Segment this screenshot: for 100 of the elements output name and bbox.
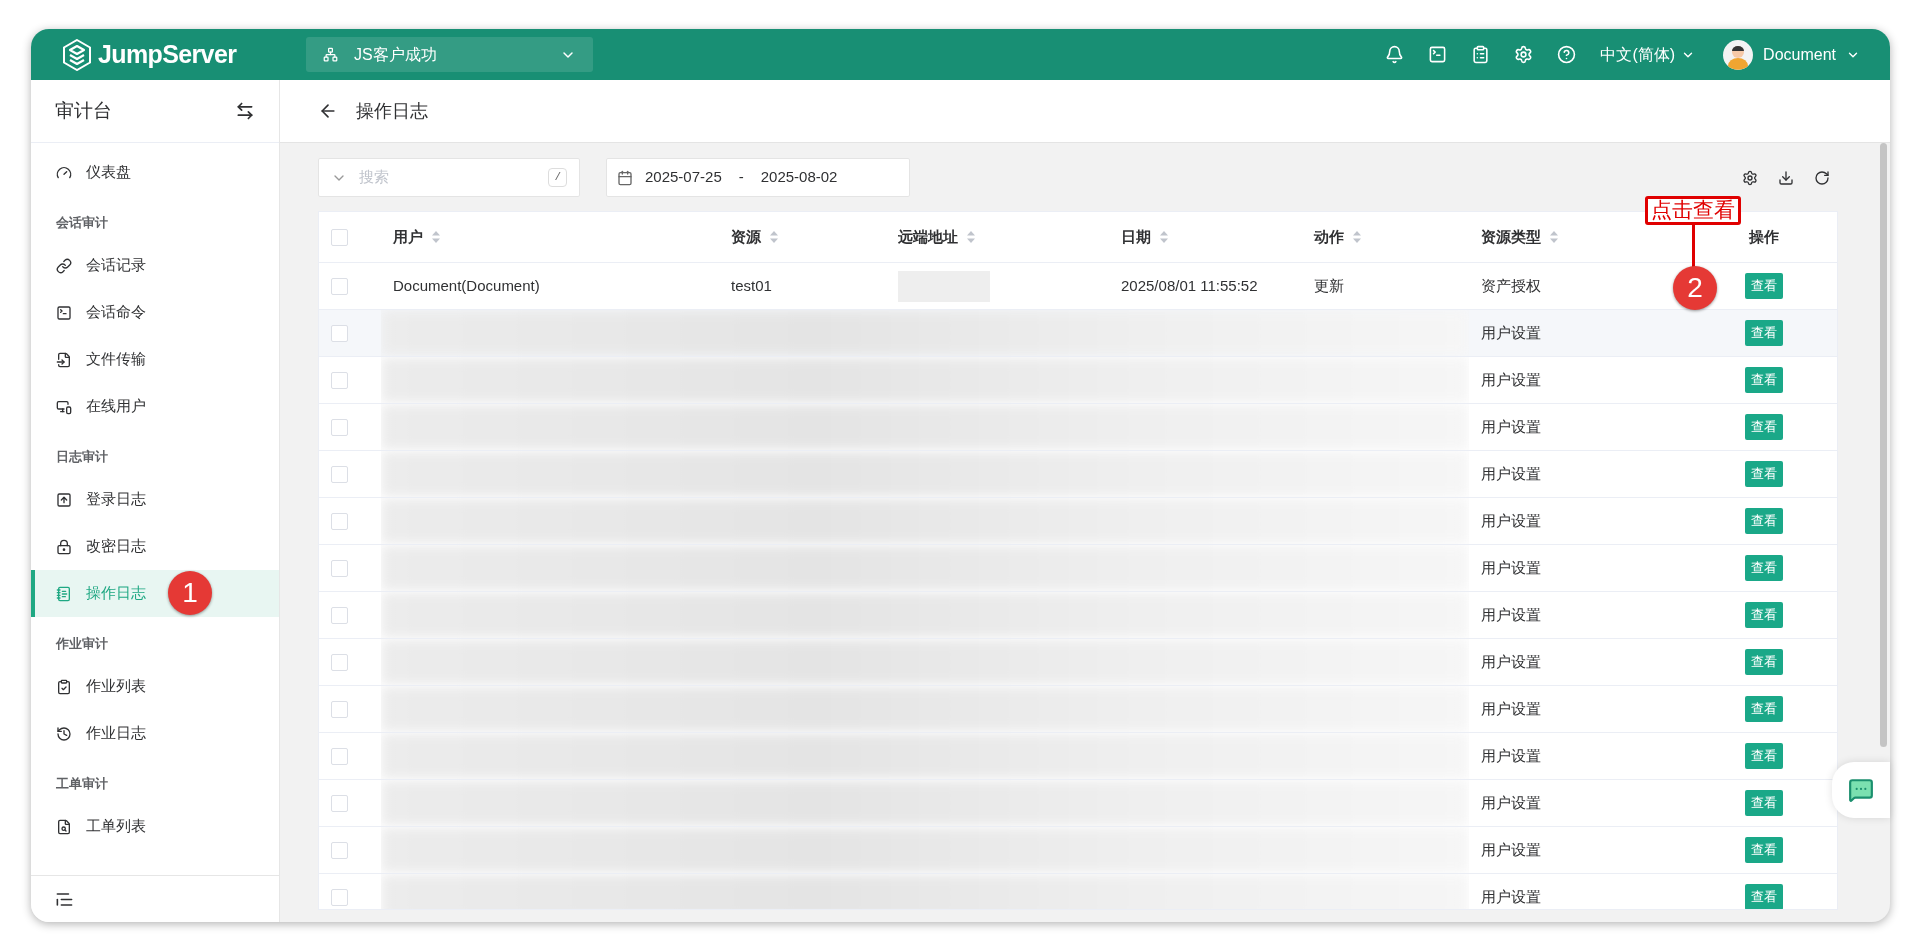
help-icon[interactable] <box>1557 45 1577 64</box>
callout-label: 点击查看 <box>1645 196 1741 225</box>
column-header[interactable]: 用户 <box>393 225 441 249</box>
table-cell-text: 更新 <box>1313 275 1345 296</box>
sidebar-group-label: 工单审计 <box>56 774 108 793</box>
sort-icon[interactable] <box>1549 230 1559 244</box>
language-menu[interactable]: 中文(简体) <box>1600 42 1696 67</box>
row-checkbox[interactable] <box>331 606 348 624</box>
row-checkbox[interactable] <box>331 700 348 718</box>
table-cell-text: 资产授权 <box>1480 275 1542 296</box>
gauge-icon <box>56 164 72 181</box>
download-icon[interactable] <box>1778 169 1794 186</box>
row-checkbox[interactable] <box>331 324 348 342</box>
table-cell-text: 用户设置 <box>1480 557 1542 578</box>
row-checkbox[interactable] <box>331 888 348 906</box>
lock-icon <box>56 538 72 555</box>
row-checkbox[interactable] <box>331 277 348 295</box>
logo-icon <box>62 38 92 71</box>
chat-widget[interactable] <box>1832 762 1890 818</box>
settings-icon[interactable] <box>1742 169 1758 186</box>
sidebar-item[interactable]: 改密日志 <box>31 523 279 570</box>
sidebar-item[interactable]: 会话命令 <box>31 289 279 336</box>
bell-icon[interactable] <box>1385 45 1405 64</box>
row-checkbox[interactable] <box>331 559 348 577</box>
file-icon <box>56 351 72 368</box>
sidebar-group-label: 作业审计 <box>56 634 108 653</box>
chat-icon <box>1848 777 1874 803</box>
table-cell-text: 用户设置 <box>1480 510 1542 531</box>
table-cell-text: 用户设置 <box>1480 322 1542 343</box>
table-cell-text: 用户设置 <box>1480 698 1542 719</box>
row-checkbox[interactable] <box>331 653 348 671</box>
row-checkbox[interactable] <box>331 418 348 436</box>
user-menu[interactable]: Document <box>1723 39 1860 70</box>
table-cell-text: 用户设置 <box>1480 792 1542 813</box>
sidebar-group-label: 日志审计 <box>56 447 108 466</box>
row-checkbox[interactable] <box>331 841 348 859</box>
refresh-icon[interactable] <box>1814 169 1830 186</box>
date-range-picker[interactable]: 2025-07-25 - 2025-08-02 <box>606 158 910 197</box>
table-cell-text: 用户设置 <box>1480 839 1542 860</box>
clipboard-check-icon <box>56 678 72 695</box>
sidebar-item[interactable]: 作业列表 <box>31 663 279 710</box>
table-cell-text: 用户设置 <box>1480 416 1542 437</box>
devices-icon <box>56 398 72 415</box>
table-cell-text: 用户设置 <box>1480 604 1542 625</box>
leader-line <box>1692 225 1695 267</box>
terminal-icon[interactable] <box>1428 45 1448 64</box>
row-checkbox[interactable] <box>331 747 348 765</box>
column-header[interactable]: 资源类型 <box>1481 225 1559 249</box>
org-selector[interactable]: JS客户成功 <box>306 37 593 72</box>
file-search-icon <box>56 818 72 835</box>
logo-text: JumpServer <box>98 38 237 70</box>
column-header[interactable]: 日期 <box>1121 225 1169 249</box>
table-cell-text: 用户设置 <box>1480 651 1542 672</box>
sort-icon[interactable] <box>769 230 779 244</box>
page-title: 操作日志 <box>356 99 428 123</box>
sidebar-group-label: 会话审计 <box>56 213 108 232</box>
sidebar-title: 审计台 <box>55 98 112 123</box>
terminal-icon <box>56 304 72 321</box>
sidebar-item[interactable]: 文件传输 <box>31 336 279 383</box>
link-icon <box>56 257 72 274</box>
table-cell-text: 2025/08/01 11:55:52 <box>1120 275 1259 296</box>
shortcut-key: / <box>548 168 567 187</box>
history-icon <box>56 725 72 742</box>
sort-icon[interactable] <box>431 230 441 244</box>
search-bar[interactable]: 搜索 / <box>318 158 580 197</box>
search-field[interactable]: 搜索 <box>359 166 537 189</box>
scrollbar-thumb[interactable] <box>1879 143 1887 747</box>
sidebar-item[interactable]: 仪表盘 <box>31 149 279 196</box>
sidebar-item[interactable]: 工单列表 <box>31 803 279 850</box>
sidebar-item[interactable]: 登录日志 <box>31 476 279 523</box>
row-checkbox[interactable] <box>331 465 348 483</box>
table-cell-text: 用户设置 <box>1480 886 1542 907</box>
step-badge: 1 <box>168 571 212 615</box>
sidebar-item[interactable]: 在线用户 <box>31 383 279 430</box>
notebook-icon <box>56 585 72 602</box>
column-header: 操作 <box>1749 226 1779 247</box>
row-checkbox[interactable] <box>331 371 348 389</box>
row-checkbox[interactable] <box>331 228 348 246</box>
sidebar-item[interactable]: 操作日志 1 <box>31 570 279 617</box>
upload-icon <box>56 491 72 508</box>
table-cell-text: 用户设置 <box>1480 745 1542 766</box>
table-cell-text: test01 <box>730 275 773 296</box>
column-header[interactable]: 远端地址 <box>898 225 976 249</box>
sort-icon[interactable] <box>966 230 976 244</box>
switch-icon[interactable] <box>235 101 255 121</box>
org-icon <box>323 47 338 62</box>
clipboard-icon[interactable] <box>1471 45 1491 64</box>
table-cell-text: 用户设置 <box>1480 463 1542 484</box>
calendar-icon <box>617 169 633 186</box>
row-checkbox[interactable] <box>331 794 348 812</box>
column-header[interactable]: 资源 <box>731 225 779 249</box>
column-header[interactable]: 动作 <box>1314 225 1362 249</box>
sidebar-item[interactable]: 作业日志 <box>31 710 279 757</box>
row-checkbox[interactable] <box>331 512 348 530</box>
sort-icon[interactable] <box>1159 230 1169 244</box>
sort-icon[interactable] <box>1352 230 1362 244</box>
sidebar-item[interactable]: 会话记录 <box>31 242 279 289</box>
table-cell-text: Document(Document) <box>392 275 541 296</box>
table-cell-text: 用户设置 <box>1480 369 1542 390</box>
avatar-icon <box>1723 39 1754 70</box>
